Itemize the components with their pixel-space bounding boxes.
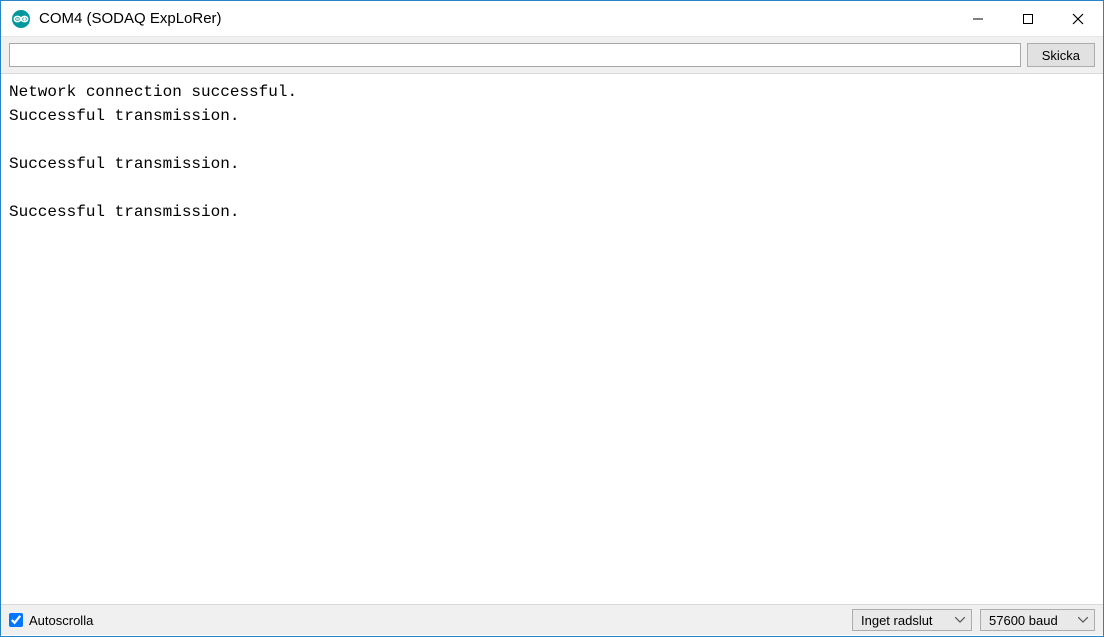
minimize-button[interactable] <box>953 1 1003 36</box>
arduino-icon <box>11 9 31 29</box>
window-title: COM4 (SODAQ ExpLoRer) <box>39 10 953 27</box>
titlebar: COM4 (SODAQ ExpLoRer) <box>1 1 1103 37</box>
footer: Autoscrolla Inget radslut 57600 baud <box>1 605 1103 635</box>
line-ending-select[interactable]: Inget radslut <box>852 609 972 631</box>
command-input[interactable] <box>9 43 1021 67</box>
baud-rate-select[interactable]: 57600 baud <box>980 609 1095 631</box>
autoscroll-checkbox[interactable] <box>9 613 23 627</box>
autoscroll-control[interactable]: Autoscrolla <box>9 613 844 628</box>
input-row: Skicka <box>1 37 1103 74</box>
serial-output[interactable]: Network connection successful. Successfu… <box>1 74 1103 605</box>
maximize-button[interactable] <box>1003 1 1053 36</box>
send-button[interactable]: Skicka <box>1027 43 1095 67</box>
window-controls <box>953 1 1103 36</box>
close-button[interactable] <box>1053 1 1103 36</box>
autoscroll-label: Autoscrolla <box>29 613 93 628</box>
